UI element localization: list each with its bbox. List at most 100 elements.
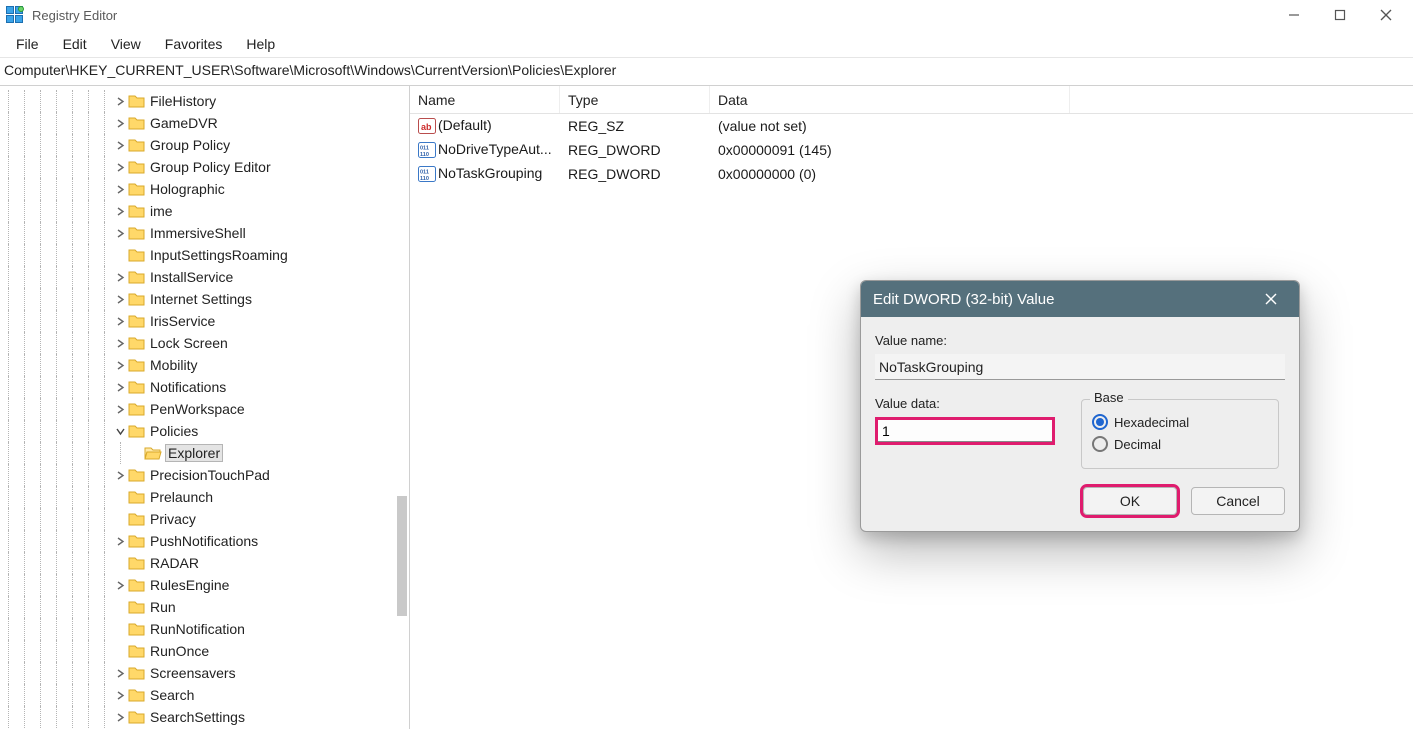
tree-item-irisservice[interactable]: IrisService: [0, 310, 409, 332]
menu-edit[interactable]: Edit: [51, 32, 99, 56]
tree-item-label: ImmersiveShell: [150, 225, 246, 241]
chevron-right-icon[interactable]: [112, 156, 128, 178]
minimize-button[interactable]: [1271, 0, 1317, 30]
tree-item-filehistory[interactable]: FileHistory: [0, 90, 409, 112]
tree-item-holographic[interactable]: Holographic: [0, 178, 409, 200]
tree-item-pushnotifications[interactable]: PushNotifications: [0, 530, 409, 552]
tree-item-inputsettingsroaming[interactable]: InputSettingsRoaming: [0, 244, 409, 266]
radio-dec[interactable]: Decimal: [1092, 436, 1268, 452]
menu-file[interactable]: File: [4, 32, 51, 56]
tree-item-immersiveshell[interactable]: ImmersiveShell: [0, 222, 409, 244]
chevron-right-icon[interactable]: [112, 332, 128, 354]
list-pane: Name Type Data (Default)REG_SZ(value not…: [410, 86, 1413, 729]
chevron-right-icon[interactable]: [112, 464, 128, 486]
dialog-close-button[interactable]: [1255, 281, 1287, 317]
list-row[interactable]: (Default)REG_SZ(value not set): [410, 114, 1413, 138]
folder-icon: [128, 467, 146, 483]
tree-item-installservice[interactable]: InstallService: [0, 266, 409, 288]
menu-favorites[interactable]: Favorites: [153, 32, 235, 56]
maximize-button[interactable]: [1317, 0, 1363, 30]
chevron-right-icon[interactable]: [112, 200, 128, 222]
tree-item-label: InstallService: [150, 269, 233, 285]
tree-item-penworkspace[interactable]: PenWorkspace: [0, 398, 409, 420]
chevron-right-icon: [128, 442, 144, 464]
folder-icon: [128, 665, 146, 681]
chevron-right-icon[interactable]: [112, 178, 128, 200]
tree-item-policies[interactable]: Policies: [0, 420, 409, 442]
tree-item-internet-settings[interactable]: Internet Settings: [0, 288, 409, 310]
tree-item-ime[interactable]: ime: [0, 200, 409, 222]
close-button[interactable]: [1363, 0, 1409, 30]
tree-item-search[interactable]: Search: [0, 684, 409, 706]
tree-item-runonce[interactable]: RunOnce: [0, 640, 409, 662]
value-type: REG_DWORD: [560, 142, 710, 158]
chevron-right-icon[interactable]: [112, 530, 128, 552]
radio-dec-dot: [1092, 436, 1108, 452]
tree-item-group-policy-editor[interactable]: Group Policy Editor: [0, 156, 409, 178]
col-header-name[interactable]: Name: [410, 86, 560, 113]
tree-item-explorer[interactable]: Explorer: [0, 442, 409, 464]
value-type: REG_SZ: [560, 118, 710, 134]
tree-item-radar[interactable]: RADAR: [0, 552, 409, 574]
tree-item-searchsettings[interactable]: SearchSettings: [0, 706, 409, 728]
scrollbar-thumb[interactable]: [397, 496, 407, 616]
tree-item-run[interactable]: Run: [0, 596, 409, 618]
chevron-right-icon[interactable]: [112, 90, 128, 112]
chevron-right-icon[interactable]: [112, 398, 128, 420]
tree-item-label: RunOnce: [150, 643, 209, 659]
folder-icon: [128, 687, 146, 703]
tree-item-prelaunch[interactable]: Prelaunch: [0, 486, 409, 508]
list-row[interactable]: NoTaskGroupingREG_DWORD0x00000000 (0): [410, 162, 1413, 186]
tree-item-notifications[interactable]: Notifications: [0, 376, 409, 398]
tree-item-gamedvr[interactable]: GameDVR: [0, 112, 409, 134]
tree-item-label: RunNotification: [150, 621, 245, 637]
value-data-highlight: [875, 417, 1055, 445]
tree-item-mobility[interactable]: Mobility: [0, 354, 409, 376]
col-header-data[interactable]: Data: [710, 86, 1070, 113]
chevron-right-icon[interactable]: [112, 134, 128, 156]
chevron-right-icon[interactable]: [112, 112, 128, 134]
chevron-right-icon: [112, 244, 128, 266]
tree-item-lock-screen[interactable]: Lock Screen: [0, 332, 409, 354]
value-name-label: Value name:: [875, 333, 1285, 348]
tree-item-group-policy[interactable]: Group Policy: [0, 134, 409, 156]
radio-hex[interactable]: Hexadecimal: [1092, 414, 1268, 430]
tree-item-rulesengine[interactable]: RulesEngine: [0, 574, 409, 596]
value-name-input[interactable]: [875, 354, 1285, 380]
list-row[interactable]: NoDriveTypeAut...REG_DWORD0x00000091 (14…: [410, 138, 1413, 162]
tree-item-screensavers[interactable]: Screensavers: [0, 662, 409, 684]
cancel-button[interactable]: Cancel: [1191, 487, 1285, 515]
chevron-right-icon[interactable]: [112, 266, 128, 288]
folder-icon: [128, 401, 146, 417]
col-header-type[interactable]: Type: [560, 86, 710, 113]
chevron-down-icon[interactable]: [112, 420, 128, 442]
tree-item-privacy[interactable]: Privacy: [0, 508, 409, 530]
tree-item-precisiontouchpad[interactable]: PrecisionTouchPad: [0, 464, 409, 486]
menu-view[interactable]: View: [99, 32, 153, 56]
tree-item-label: RulesEngine: [150, 577, 229, 593]
chevron-right-icon: [112, 618, 128, 640]
chevron-right-icon[interactable]: [112, 222, 128, 244]
chevron-right-icon[interactable]: [112, 310, 128, 332]
chevron-right-icon[interactable]: [112, 354, 128, 376]
address-bar[interactable]: Computer\HKEY_CURRENT_USER\Software\Micr…: [0, 58, 1413, 86]
chevron-right-icon[interactable]: [112, 706, 128, 728]
folder-icon: [128, 357, 146, 373]
dialog-titlebar[interactable]: Edit DWORD (32-bit) Value: [861, 281, 1299, 317]
chevron-right-icon[interactable]: [112, 574, 128, 596]
radio-hex-dot: [1092, 414, 1108, 430]
value-data-input[interactable]: [878, 420, 1052, 442]
chevron-right-icon[interactable]: [112, 376, 128, 398]
chevron-right-icon[interactable]: [112, 662, 128, 684]
chevron-right-icon[interactable]: [112, 684, 128, 706]
folder-icon: [128, 203, 146, 219]
ok-button[interactable]: OK: [1083, 487, 1177, 515]
folder-icon: [128, 335, 146, 351]
tree-item-runnotification[interactable]: RunNotification: [0, 618, 409, 640]
folder-icon: [128, 709, 146, 725]
chevron-right-icon: [112, 486, 128, 508]
tree-item-label: Group Policy: [150, 137, 230, 153]
chevron-right-icon[interactable]: [112, 288, 128, 310]
folder-icon: [128, 159, 146, 175]
menu-help[interactable]: Help: [234, 32, 287, 56]
